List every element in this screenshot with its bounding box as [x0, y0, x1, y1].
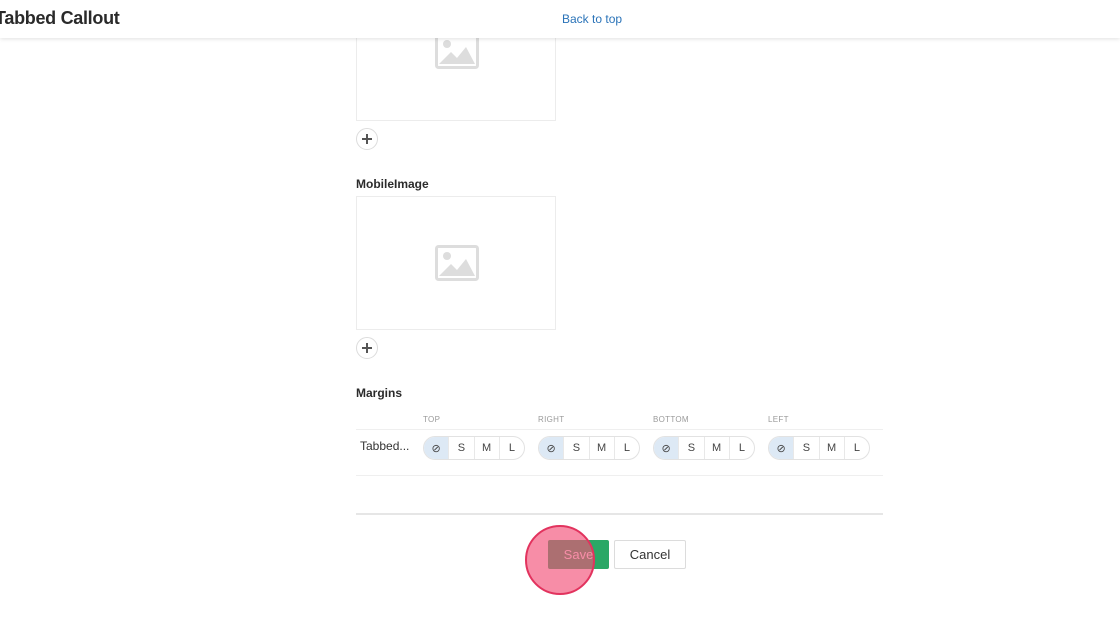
no-margin-icon[interactable]: ⊘: [769, 437, 794, 459]
plus-icon: [362, 134, 372, 144]
margin-bottom-selector[interactable]: ⊘ S M L: [653, 436, 755, 460]
margins-label: Margins: [356, 386, 403, 400]
image-placeholder-icon: [435, 245, 479, 281]
margin-top-selector[interactable]: ⊘ S M L: [423, 436, 525, 460]
margins-row-label: Tabbed...: [360, 439, 410, 453]
margin-bottom-small[interactable]: S: [678, 437, 703, 459]
no-margin-icon[interactable]: ⊘: [424, 437, 449, 459]
column-header-left: LEFT: [768, 415, 789, 424]
margin-top-small[interactable]: S: [448, 437, 473, 459]
page-title: Tabbed Callout: [0, 8, 120, 28]
margin-left-large[interactable]: L: [843, 437, 869, 459]
column-header-bottom: BOTTOM: [653, 415, 689, 424]
margins-row-bottom-border: [356, 475, 883, 476]
margin-top-large[interactable]: L: [498, 437, 524, 459]
cancel-button[interactable]: Cancel: [614, 540, 686, 569]
margin-right-small[interactable]: S: [563, 437, 588, 459]
margin-bottom-large[interactable]: L: [728, 437, 754, 459]
image-placeholder-icon: [435, 33, 479, 69]
add-image-button[interactable]: [356, 128, 378, 150]
margin-bottom-medium[interactable]: M: [703, 437, 729, 459]
mobile-image-dropzone[interactable]: [356, 196, 556, 330]
top-bar: Tabbed Callout Back to top: [0, 0, 1120, 38]
margin-left-small[interactable]: S: [793, 437, 818, 459]
save-button[interactable]: Save: [548, 540, 609, 569]
no-margin-icon[interactable]: ⊘: [539, 437, 564, 459]
margin-right-selector[interactable]: ⊘ S M L: [538, 436, 640, 460]
margin-right-large[interactable]: L: [613, 437, 639, 459]
add-mobile-image-button[interactable]: [356, 337, 378, 359]
column-header-top: TOP: [423, 415, 441, 424]
form-divider: [356, 513, 883, 515]
margin-left-selector[interactable]: ⊘ S M L: [768, 436, 870, 460]
column-header-right: RIGHT: [538, 415, 565, 424]
margins-row-top-border: [356, 429, 883, 430]
margin-right-medium[interactable]: M: [588, 437, 614, 459]
mobile-image-label: MobileImage: [356, 177, 429, 191]
margin-top-medium[interactable]: M: [473, 437, 499, 459]
plus-icon: [362, 343, 372, 353]
margin-left-medium[interactable]: M: [818, 437, 844, 459]
back-to-top-link[interactable]: Back to top: [562, 12, 622, 26]
no-margin-icon[interactable]: ⊘: [654, 437, 679, 459]
